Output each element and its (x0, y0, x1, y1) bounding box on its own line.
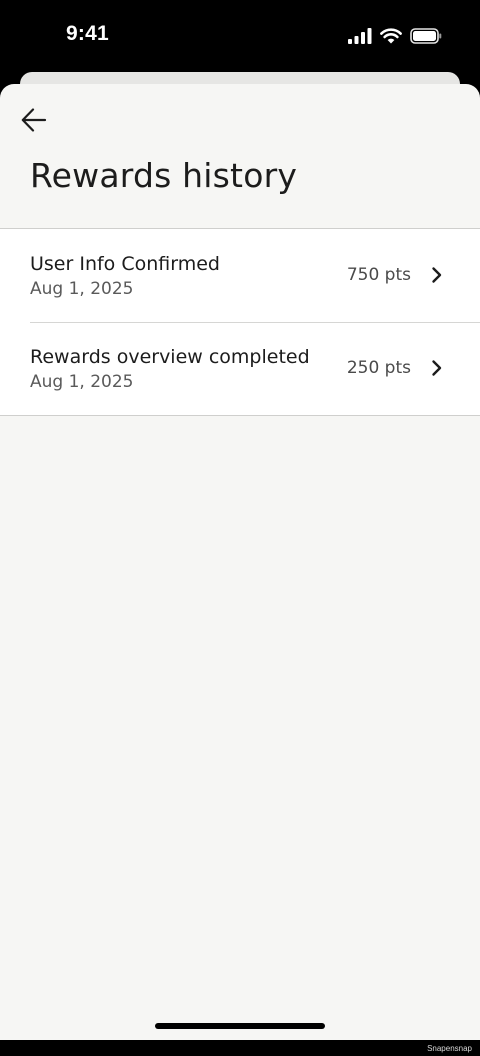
status-bar: 9:41 (0, 0, 480, 72)
reward-title: Rewards overview completed (30, 346, 310, 368)
rewards-list: User Info Confirmed Aug 1, 2025 750 pts … (0, 228, 480, 416)
chevron-right-icon (432, 360, 442, 376)
rewards-history-sheet: Rewards history User Info Confirmed Aug … (0, 84, 480, 1040)
home-indicator[interactable] (155, 1023, 325, 1029)
arrow-left-icon (21, 108, 47, 132)
battery-icon (410, 28, 442, 44)
back-button[interactable] (16, 102, 52, 138)
reward-row[interactable]: Rewards overview completed Aug 1, 2025 2… (0, 322, 480, 415)
reward-date: Aug 1, 2025 (30, 279, 134, 299)
cellular-signal-icon (348, 28, 372, 44)
bottom-strip (0, 1040, 480, 1056)
status-icons (348, 26, 442, 46)
chevron-right-icon (432, 267, 442, 283)
reward-title: User Info Confirmed (30, 253, 220, 275)
reward-date: Aug 1, 2025 (30, 372, 134, 392)
page-title: Rewards history (30, 156, 298, 195)
reward-points: 750 pts (346, 265, 411, 285)
status-time: 9:41 (66, 22, 109, 45)
watermark: Snapensnap (427, 1044, 472, 1053)
reward-row[interactable]: User Info Confirmed Aug 1, 2025 750 pts (0, 229, 480, 322)
wifi-icon (380, 28, 402, 44)
reward-points: 250 pts (346, 358, 411, 378)
